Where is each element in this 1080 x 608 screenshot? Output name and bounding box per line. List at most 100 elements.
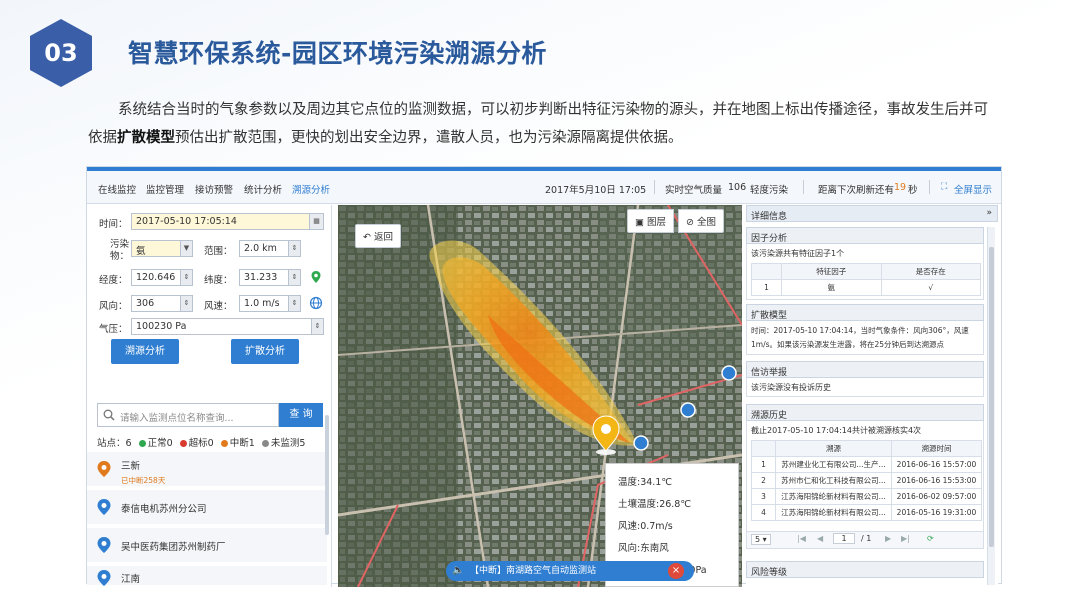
station-marker-icon xyxy=(97,461,111,477)
model-section-title: 扩散模型 xyxy=(746,304,984,321)
close-icon[interactable]: × xyxy=(668,563,684,579)
next-page-icon[interactable]: ▶ xyxy=(885,534,891,543)
search-button[interactable]: 查 询 xyxy=(279,403,323,427)
complaint-section: 该污染源没有投诉历史 xyxy=(746,378,984,397)
stepper-icon[interactable]: ⇕ xyxy=(180,270,192,285)
map-back-button[interactable]: ↶ 返回 xyxy=(355,224,401,248)
globe-icon[interactable] xyxy=(309,296,323,310)
diffusion-analysis-button[interactable]: 扩散分析 xyxy=(231,339,299,364)
model-text-line: 时间：2017-05-10 17:04:14，当时气象条件：风向306°，风速 xyxy=(751,326,969,335)
fullscreen-button[interactable]: 全屏显示 xyxy=(954,182,992,196)
factor-section-title: 因子分析 xyxy=(746,227,984,244)
refresh-prefix: 距离下次刷新还有 xyxy=(818,185,895,196)
scrollbar-thumb[interactable] xyxy=(989,247,994,547)
search-icon xyxy=(103,409,115,421)
station-item[interactable]: 江南 xyxy=(87,566,327,587)
normal-dot-icon xyxy=(138,440,146,447)
table-row: 1 氨 √ xyxy=(751,279,981,296)
nav-warning[interactable]: 接访预警 xyxy=(195,182,233,196)
factor-section: 该污染源共有特征因子1个 特征因子 是否存在 1 氨 √ xyxy=(746,244,984,300)
speaker-icon: 🔈 xyxy=(452,565,465,576)
satellite-map[interactable]: ↶ 返回 ▣ 图层 ⊘ 全图 温度:34.1℃ 土壤温度:26.8℃ 风速:0.… xyxy=(338,205,742,587)
table-row[interactable]: 2 苏州市仁和化工科技有限公司... 2016-06-16 15:53:00 xyxy=(751,472,982,489)
station-marker-icon xyxy=(97,570,111,586)
latitude-input[interactable]: 31.233 ⇕ xyxy=(239,269,301,286)
popup-soil-temperature: 土壤温度:26.8℃ xyxy=(618,499,692,510)
history-section: 截止2017-05-10 17:04:14共计被溯源核实4次 溯源 溯源时间 1苏… xyxy=(746,421,984,549)
highlight-diffusion-model: 扩散模型 xyxy=(117,130,175,146)
nav-online-monitor[interactable]: 在线监控 xyxy=(98,182,136,196)
map-pin-icon[interactable] xyxy=(309,270,323,284)
page-input[interactable]: 1 xyxy=(833,533,855,544)
range-stepper[interactable]: 2.0 km ⇕ xyxy=(239,240,301,257)
trace-analysis-button[interactable]: 溯源分析 xyxy=(111,339,179,364)
nav-monitor-manage[interactable]: 监控管理 xyxy=(146,182,184,196)
popup-wind-speed: 风速:0.7m/s xyxy=(618,521,673,532)
query-panel: 时间： 2017-05-10 17:05:14 ▦ 污染物： 氨 ▼ 范围： 2.0… xyxy=(87,205,332,587)
station-item[interactable]: 三新 已中断258天 xyxy=(87,452,327,488)
section-number: 03 xyxy=(44,39,78,67)
history-table: 溯源 溯源时间 1 苏州建业化工有限公司...生产... 2016-06-16 15:… xyxy=(751,440,982,521)
first-page-icon[interactable]: |◀ xyxy=(797,534,806,543)
table-row[interactable]: 1 苏州建业化工有限公司...生产... 2016-06-16 15:57:00 xyxy=(751,456,982,473)
station-item[interactable]: 吴中医药集团苏州制药厂 xyxy=(87,528,327,564)
detail-header: 详细信息» xyxy=(746,205,998,222)
collapse-icon[interactable]: » xyxy=(986,208,992,218)
table-row[interactable]: 4 江苏海阳锦纶新材料有限公司... 2016-05-16 19:31:00 xyxy=(751,504,982,521)
time-input[interactable]: 2017-05-10 17:05:14 ▦ xyxy=(131,213,324,230)
stepper-icon[interactable]: ⇕ xyxy=(288,241,300,256)
divider xyxy=(654,180,655,194)
fullscreen-icon[interactable]: ⛶ xyxy=(941,182,947,192)
station-name: 三新 xyxy=(121,461,141,472)
popup-wind-direction: 风向:东南风 xyxy=(618,543,669,554)
model-text-line: 1m/s。如果该污染源发生泄露，将在25分钟后到达溯源点 xyxy=(751,340,945,349)
stepper-icon[interactable]: ⇕ xyxy=(288,296,300,311)
page-total: / 1 xyxy=(861,534,872,543)
time-label: 时间： xyxy=(99,219,128,230)
pollutant-select[interactable]: 氨 ▼ xyxy=(131,240,193,257)
nav-statistics[interactable]: 统计分析 xyxy=(244,182,282,196)
longitude-label: 经度： xyxy=(99,275,128,286)
station-item[interactable]: 泰信电机苏州分公司 xyxy=(87,490,327,526)
map-layer-button[interactable]: ▣ 图层 xyxy=(627,209,675,233)
prev-page-icon[interactable]: ◀ xyxy=(817,534,823,543)
interrupt-dot-icon xyxy=(220,440,228,447)
page-size-select[interactable]: 5 ▾ xyxy=(751,534,771,545)
station-name: 吴中医药集团苏州制药厂 xyxy=(121,542,226,553)
pressure-input[interactable]: 100230 Pa ⇕ xyxy=(131,318,324,335)
wind-direction-label: 风向： xyxy=(99,301,128,312)
detail-scrollbar[interactable] xyxy=(987,227,995,585)
divider xyxy=(803,180,804,194)
station-count: 站点：6 xyxy=(97,438,132,449)
station-list-scrollbar[interactable] xyxy=(325,415,329,535)
last-page-icon[interactable]: ▶| xyxy=(901,534,910,543)
legend-normal: 正常0 xyxy=(147,438,173,449)
stepper-icon[interactable]: ⇕ xyxy=(311,319,323,334)
current-datetime: 2017年5月10日 17:05 xyxy=(545,185,647,196)
longitude-input[interactable]: 120.646 ⇕ xyxy=(131,269,193,286)
station-name: 江南 xyxy=(121,574,141,585)
map-full-extent-button[interactable]: ⊘ 全图 xyxy=(678,209,724,233)
station-search-input[interactable]: 请输入监测点位名称查询... xyxy=(97,403,279,427)
alarm-notification[interactable]: 【中断】南湖路空气自动监测站 xyxy=(446,561,694,581)
station-marker-icon xyxy=(97,499,111,515)
aqi-label: 实时空气质量 xyxy=(665,185,723,196)
risk-section-title: 风险等级 xyxy=(746,561,984,578)
divider xyxy=(929,180,930,194)
calendar-icon[interactable]: ▦ xyxy=(309,214,323,229)
popup-temperature: 温度:34.1℃ xyxy=(618,477,673,488)
stepper-icon[interactable]: ⇕ xyxy=(180,296,192,311)
refresh-suffix: 秒 xyxy=(908,185,918,196)
factor-table: 特征因子 是否存在 1 氨 √ xyxy=(751,263,981,296)
nav-trace-analysis[interactable]: 溯源分析 xyxy=(292,182,330,196)
pressure-label: 气压： xyxy=(99,324,128,335)
wind-direction-input[interactable]: 306 ⇕ xyxy=(131,295,193,312)
chevron-down-icon[interactable]: ▼ xyxy=(180,241,192,256)
stepper-icon[interactable]: ⇕ xyxy=(288,270,300,285)
model-section: 时间：2017-05-10 17:04:14，当时气象条件：风向306°，风速 … xyxy=(746,321,984,355)
table-row[interactable]: 3 江苏海阳锦纶新材料有限公司... 2016-06-02 09:57:00 xyxy=(751,488,982,505)
complaint-section-title: 信访举报 xyxy=(746,361,984,378)
legend-interrupt: 中断1 xyxy=(229,438,255,449)
wind-speed-input[interactable]: 1.0 m/s ⇕ xyxy=(239,295,301,312)
refresh-icon[interactable]: ⟳ xyxy=(927,534,934,543)
